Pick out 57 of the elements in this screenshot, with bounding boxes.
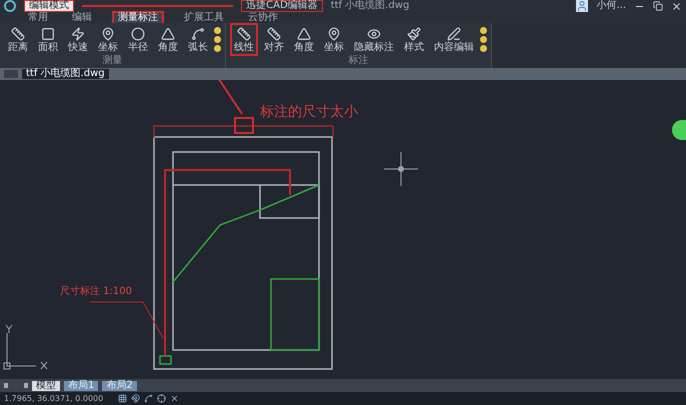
pin-icon bbox=[101, 26, 115, 40]
tab-scroll-arrows-icon[interactable] bbox=[4, 383, 28, 388]
user-name: 小何... bbox=[596, 1, 626, 11]
close-icon[interactable] bbox=[170, 394, 179, 403]
crosshair-cursor-icon bbox=[384, 152, 418, 186]
layout-tab[interactable]: 模型 bbox=[32, 380, 60, 390]
crosshair-icon[interactable] bbox=[157, 394, 166, 403]
ucs-axis-icon bbox=[4, 324, 48, 370]
mode-label: 编辑模式 bbox=[24, 0, 74, 12]
start-tab-icon bbox=[4, 70, 18, 78]
file-title: ttf 小电缆图.dwg bbox=[330, 1, 410, 11]
eye-icon bbox=[367, 26, 381, 40]
curve-icon[interactable] bbox=[144, 394, 153, 403]
snap-icon[interactable] bbox=[131, 394, 140, 403]
ribbon-tool-button[interactable]: 线性 bbox=[230, 23, 258, 56]
user-avatar-icon bbox=[576, 0, 588, 12]
circle-icon bbox=[131, 26, 145, 40]
ribbon-group-label: 测量 bbox=[102, 56, 124, 68]
square-icon bbox=[41, 26, 55, 40]
ribbon-tool-button[interactable]: 角度 bbox=[290, 23, 318, 56]
lightning-icon bbox=[71, 26, 85, 40]
brush-icon bbox=[407, 26, 421, 40]
highlight-box bbox=[234, 117, 254, 134]
ribbon-tool-button[interactable]: 弧长 bbox=[184, 23, 212, 56]
drawing-canvas[interactable]: 标注的尺寸太小 尺寸标注 1:100 bbox=[0, 80, 686, 379]
ruler-icon bbox=[237, 26, 251, 40]
grid-icon[interactable] bbox=[118, 394, 127, 403]
coordinates-readout: 1.7965, 36.0371, 0.0000 bbox=[4, 394, 104, 402]
ribbon-tab[interactable]: 云协作 bbox=[244, 12, 282, 22]
ribbon-tool-button[interactable]: 距离 bbox=[4, 23, 32, 56]
callout-text: 标注的尺寸太小 bbox=[260, 103, 358, 122]
ribbon-tool-button[interactable]: 面积 bbox=[34, 23, 62, 56]
close-icon[interactable] bbox=[671, 0, 682, 12]
side-button-icon[interactable] bbox=[672, 120, 686, 140]
ribbon-tool-button[interactable]: 对齐 bbox=[260, 23, 288, 56]
ribbon-tool-button[interactable]: 内容编辑 bbox=[430, 23, 478, 56]
ribbon-tab[interactable]: 编辑 bbox=[68, 12, 96, 22]
triangle-icon bbox=[161, 26, 175, 40]
dimension-text: 尺寸标注 1:100 bbox=[60, 287, 132, 297]
ribbon-tool-button[interactable]: 快速 bbox=[64, 23, 92, 56]
ribbon-tab[interactable]: 常用 bbox=[24, 12, 52, 22]
ribbon-tool-button[interactable]: 隐藏标注 bbox=[350, 23, 398, 56]
ribbon-tool-button[interactable]: 坐标 bbox=[320, 23, 348, 56]
triangle-icon bbox=[297, 26, 311, 40]
document-tab[interactable]: ttf 小电缆图.dwg bbox=[22, 69, 109, 79]
curve-icon bbox=[191, 26, 205, 40]
ribbon-group-label: 标注 bbox=[348, 56, 370, 68]
ruler-icon bbox=[11, 26, 25, 40]
restore-icon[interactable] bbox=[653, 1, 664, 11]
pin-icon bbox=[327, 26, 341, 40]
ribbon-tool-button[interactable]: 样式 bbox=[400, 23, 428, 56]
ruler-icon bbox=[267, 26, 281, 40]
ribbon-tool-button[interactable]: 角度 bbox=[154, 23, 182, 56]
ribbon-tab[interactable]: 扩展工具 bbox=[180, 12, 228, 22]
pen-icon bbox=[447, 26, 461, 40]
ribbon-tool-button[interactable]: 坐标 bbox=[94, 23, 122, 56]
ribbon-tool-button[interactable]: 半径 bbox=[124, 23, 152, 56]
